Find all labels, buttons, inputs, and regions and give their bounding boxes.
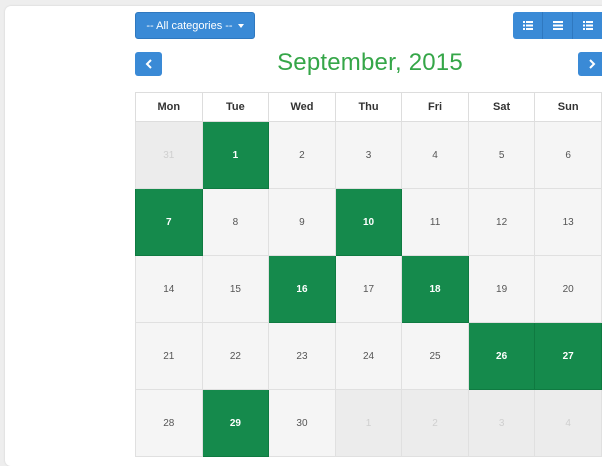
month-title: September, 2015 [277, 49, 463, 76]
other-month-day-cell[interactable]: 1 [334, 389, 403, 457]
day-cell[interactable]: 30 [268, 389, 336, 457]
month-view-button[interactable] [543, 12, 573, 39]
day-cell[interactable]: 17 [334, 255, 403, 323]
day-cell[interactable]: 9 [268, 188, 336, 256]
week-row: 21 22 23 24 25 26 27 [135, 322, 602, 390]
other-month-day-cell[interactable]: 2 [401, 389, 469, 457]
weekday-header-row: Mon Tue Wed Thu Fri Sat Sun [135, 92, 602, 122]
day-cell[interactable]: 13 [534, 188, 602, 256]
week-view-icon [583, 21, 593, 30]
category-dropdown[interactable]: -- All categories -- [135, 12, 255, 39]
weekday-header: Sun [534, 92, 602, 122]
list-view-icon [522, 21, 533, 30]
event-day-cell[interactable]: 10 [334, 188, 403, 256]
event-day-cell[interactable]: 1 [201, 121, 270, 189]
event-day-cell[interactable]: 7 [135, 188, 203, 256]
event-day-cell[interactable]: 29 [201, 389, 270, 457]
week-row: 14 15 16 17 18 19 20 [135, 255, 602, 323]
event-day-cell[interactable]: 18 [401, 255, 469, 323]
other-month-day-cell[interactable]: 3 [467, 389, 536, 457]
day-cell[interactable]: 21 [135, 322, 203, 390]
weekday-header: Thu [334, 92, 403, 122]
day-cell[interactable]: 24 [334, 322, 403, 390]
day-cell[interactable]: 12 [467, 188, 536, 256]
event-day-cell[interactable]: 16 [268, 255, 336, 323]
category-dropdown-label: -- All categories -- [146, 19, 233, 32]
day-cell[interactable]: 6 [534, 121, 602, 189]
calendar-grid: Mon Tue Wed Thu Fri Sat Sun 31 1 2 3 4 5 6 7 8 9 1… [135, 92, 602, 457]
week-row: 7 8 9 10 11 12 13 [135, 188, 602, 256]
chevron-right-icon [588, 59, 595, 69]
view-switcher [513, 12, 602, 39]
event-day-cell[interactable]: 26 [467, 322, 536, 390]
week-row: 28 29 30 1 2 3 4 [135, 389, 602, 457]
weekday-header: Tue [201, 92, 270, 122]
day-cell[interactable]: 14 [135, 255, 203, 323]
day-cell[interactable]: 11 [401, 188, 469, 256]
day-cell[interactable]: 4 [401, 121, 469, 189]
weekday-header: Wed [268, 92, 336, 122]
weekday-header: Sat [467, 92, 536, 122]
weekday-header: Mon [135, 92, 203, 122]
day-cell[interactable]: 23 [268, 322, 336, 390]
day-cell[interactable]: 25 [401, 322, 469, 390]
weekday-header: Fri [401, 92, 469, 122]
next-month-button[interactable] [578, 52, 602, 76]
list-view-button[interactable] [513, 12, 543, 39]
day-cell[interactable]: 5 [467, 121, 536, 189]
day-cell[interactable]: 2 [268, 121, 336, 189]
day-cell[interactable]: 8 [201, 188, 270, 256]
day-cell[interactable]: 22 [201, 322, 270, 390]
day-cell[interactable]: 28 [135, 389, 203, 457]
caret-down-icon [237, 23, 244, 28]
week-row: 31 1 2 3 4 5 6 [135, 121, 602, 189]
other-month-day-cell[interactable]: 4 [534, 389, 602, 457]
month-view-icon [552, 21, 563, 30]
other-month-day-cell[interactable]: 31 [135, 121, 203, 189]
event-day-cell[interactable]: 27 [534, 322, 602, 390]
day-cell[interactable]: 20 [534, 255, 602, 323]
day-cell[interactable]: 15 [201, 255, 270, 323]
day-cell[interactable]: 19 [467, 255, 536, 323]
week-view-button[interactable] [573, 12, 602, 39]
day-cell[interactable]: 3 [334, 121, 403, 189]
